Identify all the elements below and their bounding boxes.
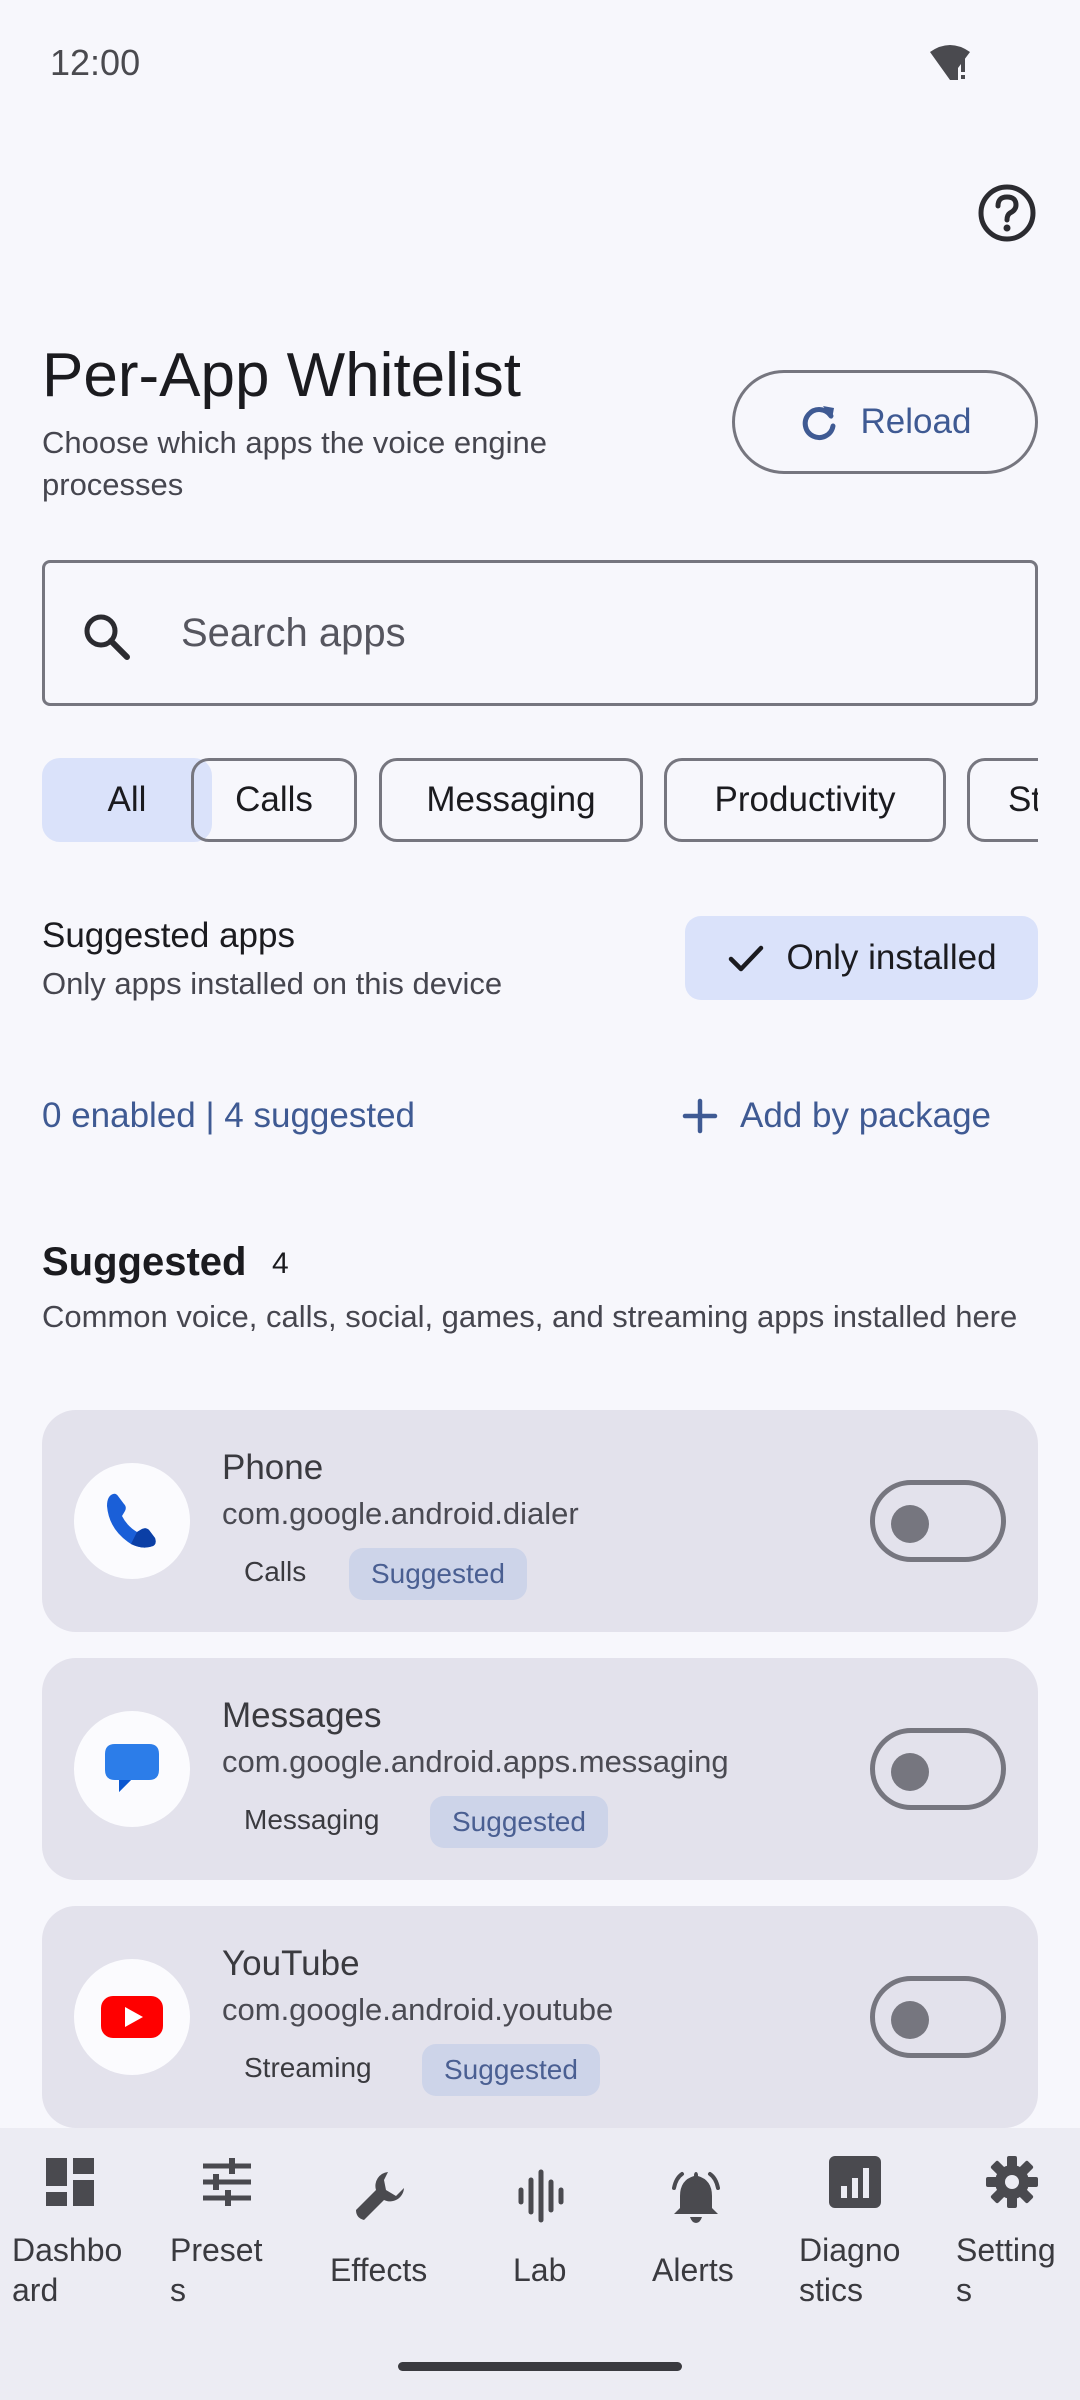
waveform-icon (518, 2169, 564, 2223)
gear-icon (986, 2156, 1038, 2208)
app-name: Messages (222, 1696, 382, 1735)
app-card-youtube[interactable]: YouTube com.google.android.youtube Strea… (42, 1906, 1038, 2128)
wrench-icon (356, 2172, 404, 2220)
add-by-package-button[interactable]: Add by package (680, 1080, 991, 1152)
app-icon-wrapper (74, 1463, 190, 1579)
app-icon-wrapper (74, 1711, 190, 1827)
nav-label: Setting s (956, 2232, 1056, 2308)
section-description: Common voice, calls, social, games, and … (42, 1299, 1018, 1334)
search-input[interactable] (181, 603, 1001, 663)
toggle-knob (891, 1753, 929, 1791)
app-icon-wrapper (74, 1959, 190, 2075)
nav-presets[interactable]: Preset s (155, 2128, 305, 2358)
app-name: Phone (222, 1448, 324, 1487)
home-indicator[interactable] (398, 2362, 682, 2371)
page-title: Per-App Whitelist (42, 341, 521, 410)
wifi-alert-icon (930, 45, 970, 80)
youtube-icon (101, 1996, 163, 2038)
enable-toggle[interactable] (870, 1480, 1006, 1562)
app-package: com.google.android.youtube (222, 1992, 614, 2027)
app-category: Messaging (244, 1804, 380, 1835)
page-subtitle: Choose which apps the voice engine proce… (42, 425, 547, 502)
nav-label: Preset s (170, 2232, 263, 2308)
nav-label: Dashbo ard (12, 2232, 123, 2308)
chip-calls[interactable]: Calls (191, 758, 357, 842)
nav-label: Effects (330, 2252, 428, 2288)
add-by-package-label: Add by package (740, 1096, 992, 1135)
nav-label: Lab (513, 2252, 567, 2288)
suggested-apps-subtitle: Only apps installed on this device (42, 966, 503, 1001)
nav-alerts[interactable]: Alerts (620, 2128, 770, 2358)
messages-icon (105, 1744, 159, 1792)
help-icon[interactable] (976, 182, 1038, 244)
section-title: Suggested (42, 1240, 247, 1284)
only-installed-chip[interactable]: Only installed (685, 916, 1038, 1000)
nav-dashboard[interactable]: Dashbo ard (0, 2128, 150, 2358)
app-card-messages[interactable]: Messages com.google.android.apps.messagi… (42, 1658, 1038, 1880)
plus-icon (682, 1098, 718, 1134)
status-time: 12:00 (50, 42, 141, 83)
app-package: com.google.android.dialer (222, 1496, 579, 1531)
chart-icon (829, 2156, 881, 2208)
only-installed-label: Only installed (786, 938, 997, 977)
chip-all[interactable]: All (42, 758, 212, 842)
enable-toggle[interactable] (870, 1976, 1006, 2058)
nav-label: Diagno stics (799, 2232, 901, 2308)
per-app-whitelist-screen: 12:00 Per-App Whitelist Choose which app… (0, 0, 1080, 2400)
suggested-tag: Suggested (430, 1796, 608, 1848)
chip-streaming[interactable]: St (967, 758, 1038, 842)
toggle-knob (891, 1505, 929, 1543)
nav-settings[interactable]: Setting s (930, 2128, 1080, 2358)
tune-icon (203, 2158, 251, 2206)
suggested-apps-title: Suggested apps (42, 916, 295, 955)
refresh-icon (802, 406, 836, 441)
bell-icon (672, 2172, 720, 2223)
check-icon (729, 945, 764, 972)
enable-toggle[interactable] (870, 1728, 1006, 1810)
phone-icon (107, 1493, 156, 1548)
suggested-tag: Suggested (349, 1548, 527, 1600)
app-package: com.google.android.apps.messaging (222, 1744, 729, 1779)
nav-label: Alerts (652, 2252, 734, 2288)
dashboard-icon (46, 2158, 94, 2206)
app-category: Streaming (244, 2052, 372, 2083)
app-card-phone[interactable]: Phone com.google.android.dialer Calls Su… (42, 1410, 1038, 1632)
bottom-navigation: Dashbo ard Preset s Effects Lab Alerts D… (0, 2128, 1080, 2400)
category-chips: All Calls Messaging Productivity St (42, 758, 1038, 844)
enabled-suggested-count: 0 enabled | 4 suggested (42, 1096, 416, 1135)
nav-diagnostics[interactable]: Diagno stics (775, 2128, 925, 2358)
chip-messaging[interactable]: Messaging (379, 758, 643, 842)
reload-label: Reload (860, 402, 972, 441)
nav-lab[interactable]: Lab (465, 2128, 615, 2358)
toggle-knob (891, 2001, 929, 2039)
search-field[interactable] (42, 560, 1038, 706)
reload-button[interactable]: Reload (732, 370, 1038, 474)
search-icon (84, 614, 130, 660)
section-count: 4 (272, 1247, 289, 1280)
nav-effects[interactable]: Effects (310, 2128, 460, 2358)
app-name: YouTube (222, 1944, 360, 1983)
suggested-tag: Suggested (422, 2044, 600, 2096)
app-category: Calls (244, 1556, 307, 1587)
chip-productivity[interactable]: Productivity (664, 758, 946, 842)
